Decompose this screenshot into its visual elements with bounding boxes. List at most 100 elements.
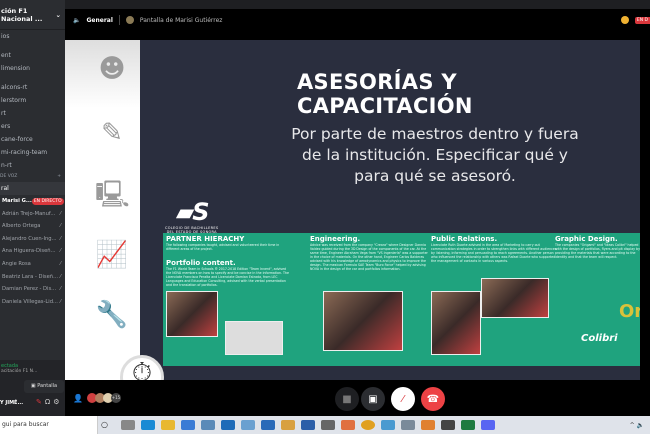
- shared-screen-slide[interactable]: ☻ ✎ 🖳 📈 🔧 ⏱ ASESORÍAS Y CAPACITACIÓN Por…: [65, 40, 640, 380]
- mic-muted-icon: ⁄: [60, 286, 61, 293]
- live-badge: EN DIRECTO: [31, 198, 64, 205]
- channel-item[interactable]: ent: [0, 49, 65, 62]
- cobach-logo: ▰S COLEGIO DE BACHILLERES DEL ESTADO DE SO…: [165, 198, 219, 234]
- section-body: The F1 World Team in Schools ® 2017-2018…: [166, 267, 289, 287]
- slide-icon-column: ☻ ✎ 🖳 📈 🔧 ⏱: [65, 40, 164, 380]
- mic-muted-icon[interactable]: ✎: [36, 398, 45, 406]
- app-icon[interactable]: [341, 420, 355, 430]
- section-body: The following companies taught, advised …: [166, 243, 280, 251]
- server-header[interactable]: ción F1 Nacional ... ⌄: [0, 0, 65, 30]
- voice-user-name: Ana Higuera-Diseñ...: [2, 248, 56, 255]
- app-icon[interactable]: [441, 420, 455, 430]
- excel-icon[interactable]: [461, 420, 475, 430]
- computer-icon: 🖳: [95, 180, 130, 210]
- slide-subtitle: Por parte de maestros dentro y fuera de …: [291, 125, 579, 185]
- screen-label: Pantalla: [37, 383, 58, 389]
- channel-item[interactable]: n-rt: [0, 159, 65, 172]
- voice-user-name: Daniela Villegas-Lid...: [2, 298, 58, 305]
- voice-user[interactable]: Damian Perez - Dis... ⁄: [0, 283, 65, 296]
- channel-item[interactable]: limension: [0, 62, 65, 75]
- app-icon[interactable]: [201, 420, 215, 430]
- taskbar-search[interactable]: gui para buscar: [0, 416, 98, 434]
- plus-icon[interactable]: +: [57, 172, 61, 182]
- app-icon[interactable]: [241, 420, 255, 430]
- section-title: Public Relations.: [431, 235, 498, 243]
- voice-user[interactable]: Marisi G... EN DIRECTO: [0, 195, 65, 208]
- section-portfolio: Portfolio content. The F1 World Team in S…: [166, 259, 291, 289]
- screen-share-toggle[interactable]: ▣: [361, 387, 385, 411]
- app-icon[interactable]: [321, 420, 335, 430]
- channel-item[interactable]: rt: [0, 107, 65, 120]
- participant-avatars[interactable]: +15: [87, 393, 121, 403]
- mute-button[interactable]: ⁄: [391, 387, 415, 411]
- slide-title: ASESORÍAS Y CAPACITACIÓN: [297, 70, 473, 118]
- screen-share-icon: ▣: [368, 393, 378, 405]
- voice-user[interactable]: Alberto Ortega ⁄: [0, 220, 65, 233]
- stream-header: 🔈 General Pantalla de Marisi Gutiérrez E…: [65, 9, 650, 31]
- warning-icon[interactable]: [620, 16, 629, 24]
- head-gears-icon: ☻: [98, 54, 126, 84]
- voice-channel-general[interactable]: ral: [0, 182, 65, 195]
- chart-icon: 📈: [95, 240, 129, 270]
- channel-item[interactable]: ios: [0, 30, 65, 43]
- voice-user[interactable]: Beatriz Lara - Diseñ... ⁄: [0, 271, 65, 284]
- app-icon[interactable]: [401, 420, 415, 430]
- chevron-down-icon: ⌄: [55, 10, 61, 19]
- app-icon[interactable]: [261, 420, 275, 430]
- mic-muted-icon: ⁄: [60, 298, 61, 305]
- voice-category[interactable]: DE VOZ +: [0, 172, 65, 182]
- voice-user-name: Beatriz Lara - Diseñ...: [2, 273, 59, 280]
- team-photo: [166, 291, 218, 337]
- task-view-icon[interactable]: [121, 420, 135, 430]
- mic-muted-icon: ⁄: [60, 223, 61, 230]
- camera-button[interactable]: ■: [335, 387, 359, 411]
- voice-user[interactable]: Angie Rosa ⁄: [0, 258, 65, 271]
- origami-logo: Ori: [619, 301, 640, 322]
- app-icon[interactable]: [421, 420, 435, 430]
- cortana-icon[interactable]: ○: [101, 420, 115, 430]
- word-icon[interactable]: [301, 420, 315, 430]
- title-bar: [65, 0, 650, 9]
- screen-share-button[interactable]: ▣ Pantalla: [24, 380, 64, 393]
- pencil-icon: ✎: [101, 118, 123, 148]
- windows-taskbar: gui para buscar ○ ^ 🔈: [0, 416, 650, 434]
- store-icon[interactable]: [181, 420, 195, 430]
- stopwatch-icon: ⏱: [120, 355, 164, 380]
- app-icon[interactable]: [381, 420, 395, 430]
- mic-muted-icon: ⁄: [60, 273, 61, 280]
- section-title: Portfolio content.: [166, 259, 236, 267]
- voice-user[interactable]: Ana Higuera-Diseñ... ⁄: [0, 245, 65, 258]
- user-name: Y JIMÉ...: [0, 400, 24, 406]
- chrome-icon[interactable]: [361, 420, 375, 430]
- stream-title: Pantalla de Marisi Gutiérrez: [139, 16, 223, 24]
- file-explorer-icon[interactable]: [161, 420, 175, 430]
- voice-status-panel: ectada acitación F1 N... ▣ Pantalla Y JI…: [0, 360, 65, 416]
- edge-icon[interactable]: [141, 420, 155, 430]
- discord-icon[interactable]: [481, 420, 495, 430]
- channel-name: General: [86, 16, 113, 24]
- team-photo: [323, 291, 403, 351]
- channel-item[interactable]: cane-force: [0, 133, 65, 146]
- section-engineering: Engineering. Advice was received from the…: [310, 235, 428, 285]
- voice-user[interactable]: Daniela Villegas-Lid... ⁄: [0, 296, 65, 309]
- live-badge: EN D: [634, 16, 650, 24]
- disconnect-button[interactable]: ☎: [421, 387, 445, 411]
- settings-gear-icon[interactable]: ⚙: [53, 398, 62, 406]
- system-tray-icon[interactable]: ^ 🔈: [630, 422, 644, 429]
- call-controls: 👤 +15 ■ ▣ ⁄ ☎: [65, 381, 650, 416]
- channel-item[interactable]: lerstorm: [0, 94, 65, 107]
- voice-user-name: Alejandro Cuen-Ing...: [2, 235, 57, 242]
- voice-user[interactable]: Alejandro Cuen-Ing... ⁄: [0, 233, 65, 246]
- channel-item[interactable]: alcons-rt: [0, 81, 65, 94]
- channel-item[interactable]: ers: [0, 120, 65, 133]
- channel-item[interactable]: mi-racing-team: [0, 146, 65, 159]
- invite-user-icon[interactable]: 👤: [73, 394, 83, 403]
- avatar: [125, 16, 134, 24]
- team-photo: [431, 291, 481, 355]
- camera-icon: ■: [342, 393, 352, 405]
- voice-user-name: Alberto Ortega: [2, 223, 41, 230]
- voice-user[interactable]: Adrián Trejo-Manuf... ⁄: [0, 208, 65, 221]
- app-icon[interactable]: [281, 420, 295, 430]
- headphones-icon[interactable]: Ω: [45, 398, 53, 406]
- app-icon[interactable]: [221, 420, 235, 430]
